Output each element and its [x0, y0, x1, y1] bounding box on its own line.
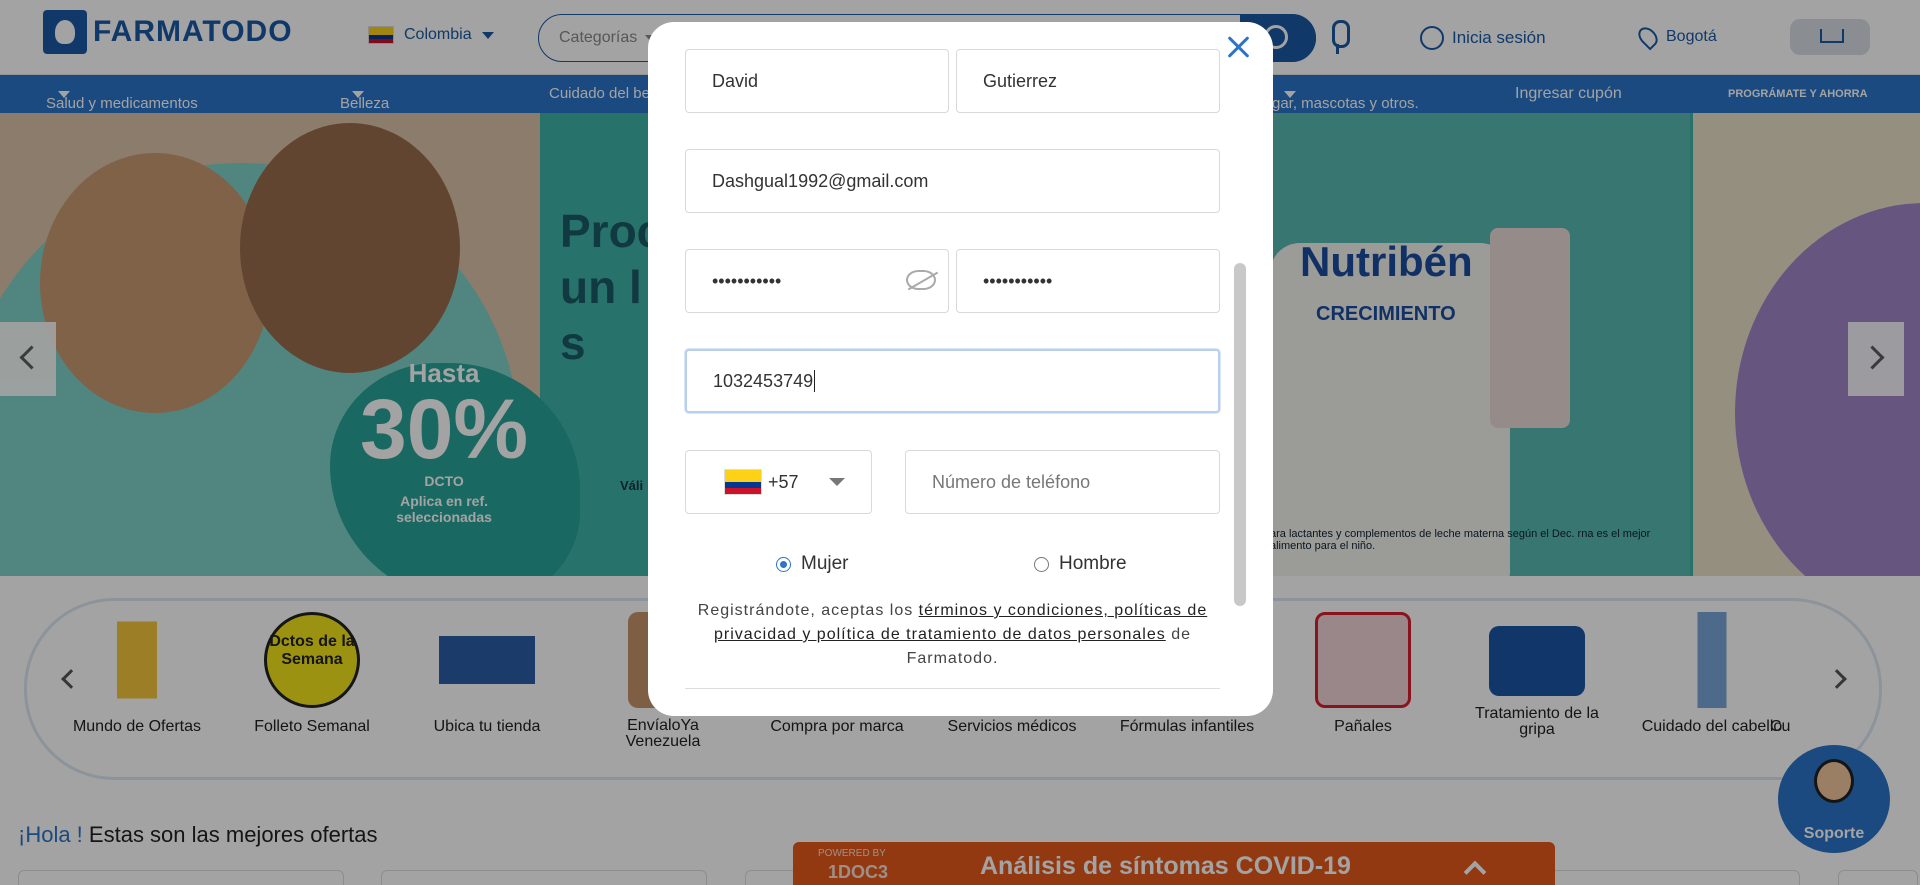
confirm-password-field[interactable]: •••••••••••	[956, 249, 1220, 313]
terms-text: Registrándote, aceptas los términos y co…	[685, 599, 1220, 671]
divider	[685, 688, 1220, 689]
radio-selected-icon[interactable]	[776, 556, 791, 572]
text-caret	[814, 370, 816, 392]
first-name-field[interactable]: David	[685, 49, 949, 113]
close-icon[interactable]	[1224, 33, 1254, 63]
gender-female-radio[interactable]: Mujer	[776, 553, 849, 575]
radio-label: Mujer	[801, 553, 849, 574]
country-code-value: +57	[768, 471, 799, 492]
first-name-value: David	[712, 70, 759, 91]
phone-number-field[interactable]: Número de teléfono	[905, 450, 1220, 514]
last-name-value: Gutierrez	[983, 70, 1058, 91]
radio-unselected-icon[interactable]	[1034, 556, 1049, 572]
colombia-flag-icon	[724, 469, 762, 495]
gender-male-radio[interactable]: Hombre	[1034, 553, 1127, 575]
last-name-field[interactable]: Gutierrez	[956, 49, 1220, 113]
document-id-field[interactable]: 1032453749	[685, 349, 1220, 413]
phone-placeholder: Número de teléfono	[932, 471, 1091, 492]
password-value: •••••••••••	[712, 270, 782, 291]
email-field[interactable]: Dashgual1992@gmail.com	[685, 149, 1220, 213]
chevron-down-icon	[829, 478, 845, 486]
eye-slash-icon[interactable]	[906, 270, 936, 290]
radio-label: Hombre	[1059, 553, 1127, 574]
modal-scrollbar[interactable]	[1234, 263, 1246, 606]
confirm-password-value: •••••••••••	[983, 270, 1053, 291]
document-value: 1032453749	[713, 370, 814, 391]
password-field[interactable]: •••••••••••	[685, 249, 949, 313]
terms-prefix: Registrándote, aceptas los	[697, 602, 919, 619]
email-value: Dashgual1992@gmail.com	[712, 170, 929, 191]
country-code-select[interactable]: +57	[685, 450, 872, 514]
